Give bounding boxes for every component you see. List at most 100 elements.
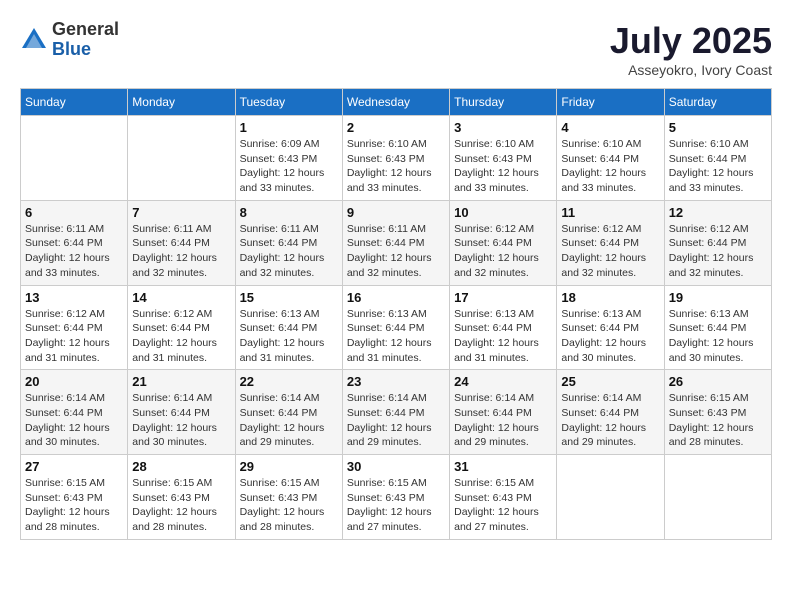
day-number: 25 — [561, 374, 659, 389]
day-detail: Sunrise: 6:13 AMSunset: 6:44 PMDaylight:… — [454, 307, 552, 366]
day-number: 22 — [240, 374, 338, 389]
day-header-wednesday: Wednesday — [342, 89, 449, 116]
calendar-cell: 10Sunrise: 6:12 AMSunset: 6:44 PMDayligh… — [450, 200, 557, 285]
calendar-cell: 13Sunrise: 6:12 AMSunset: 6:44 PMDayligh… — [21, 285, 128, 370]
calendar-week-row: 13 Sunrise: 6:12 AMSunset: 6:44 PMDayligh… — [21, 285, 772, 370]
day-detail: Sunrise: 6:14 AMSunset: 6:44 PMDaylight:… — [347, 391, 445, 450]
day-number: 20 — [25, 374, 123, 389]
calendar-cell: 15Sunrise: 6:13 AMSunset: 6:44 PMDayligh… — [235, 285, 342, 370]
calendar-cell: 28Sunrise: 6:15 AMSunset: 6:43 PMDayligh… — [128, 455, 235, 540]
day-detail: Sunrise: 6:13 AMSunset: 6:44 PMDaylight:… — [347, 307, 445, 366]
day-number: 5 — [669, 120, 767, 135]
day-detail: Sunrise: 6:14 AMSunset: 6:44 PMDaylight:… — [240, 391, 338, 450]
day-number: 30 — [347, 459, 445, 474]
calendar-cell: 20 Sunrise: 6:14 AMSunset: 6:44 PMDayligh… — [21, 370, 128, 455]
page-header: General Blue July 2025 Asseyokro, Ivory … — [20, 20, 772, 78]
day-number: 21 — [132, 374, 230, 389]
calendar-header-row: SundayMondayTuesdayWednesdayThursdayFrid… — [21, 89, 772, 116]
calendar-cell: 5 Sunrise: 6:10 AMSunset: 6:44 PMDaylight… — [664, 116, 771, 201]
logo-blue-text: Blue — [52, 40, 119, 60]
calendar-cell: 29 Sunrise: 6:15 AMSunset: 6:43 PMDayligh… — [235, 455, 342, 540]
calendar-cell: 31 Sunrise: 6:15 AMSunset: 6:43 PMDayligh… — [450, 455, 557, 540]
calendar-cell: 1 Sunrise: 6:09 AMSunset: 6:43 PMDaylight… — [235, 116, 342, 201]
calendar-cell — [664, 455, 771, 540]
calendar-table: SundayMondayTuesdayWednesdayThursdayFrid… — [20, 88, 772, 540]
day-number: 23 — [347, 374, 445, 389]
day-number: 12 — [669, 205, 767, 220]
calendar-cell: 30 Sunrise: 6:15 AMSunset: 6:43 PMDayligh… — [342, 455, 449, 540]
day-number: 19 — [669, 290, 767, 305]
day-detail: Sunrise: 6:14 AMSunset: 6:44 PMDaylight:… — [132, 391, 230, 450]
logo: General Blue — [20, 20, 119, 60]
day-detail: Sunrise: 6:15 AMSunset: 6:43 PMDaylight:… — [454, 476, 552, 535]
day-detail: Sunrise: 6:12 AMSunset: 6:44 PMDaylight:… — [561, 222, 659, 281]
day-number: 11 — [561, 205, 659, 220]
day-number: 9 — [347, 205, 445, 220]
day-detail: Sunrise: 6:11 AMSunset: 6:44 PMDaylight:… — [240, 222, 338, 281]
title-block: July 2025 Asseyokro, Ivory Coast — [610, 20, 772, 78]
calendar-cell: 26Sunrise: 6:15 AMSunset: 6:43 PMDayligh… — [664, 370, 771, 455]
day-detail: Sunrise: 6:15 AMSunset: 6:43 PMDaylight:… — [25, 476, 123, 535]
day-header-saturday: Saturday — [664, 89, 771, 116]
location-subtitle: Asseyokro, Ivory Coast — [610, 62, 772, 78]
calendar-cell: 21 Sunrise: 6:14 AMSunset: 6:44 PMDayligh… — [128, 370, 235, 455]
day-number: 16 — [347, 290, 445, 305]
day-number: 24 — [454, 374, 552, 389]
day-number: 26 — [669, 374, 767, 389]
day-number: 1 — [240, 120, 338, 135]
day-number: 3 — [454, 120, 552, 135]
calendar-week-row: 27 Sunrise: 6:15 AMSunset: 6:43 PMDayligh… — [21, 455, 772, 540]
day-number: 7 — [132, 205, 230, 220]
day-detail: Sunrise: 6:09 AMSunset: 6:43 PMDaylight:… — [240, 137, 338, 196]
day-detail: Sunrise: 6:11 AMSunset: 6:44 PMDaylight:… — [347, 222, 445, 281]
calendar-cell: 25 Sunrise: 6:14 AMSunset: 6:44 PMDayligh… — [557, 370, 664, 455]
calendar-cell: 12Sunrise: 6:12 AMSunset: 6:44 PMDayligh… — [664, 200, 771, 285]
day-detail: Sunrise: 6:12 AMSunset: 6:44 PMDaylight:… — [454, 222, 552, 281]
logo-icon — [20, 26, 48, 54]
calendar-week-row: 20 Sunrise: 6:14 AMSunset: 6:44 PMDayligh… — [21, 370, 772, 455]
calendar-cell: 6Sunrise: 6:11 AMSunset: 6:44 PMDaylight… — [21, 200, 128, 285]
calendar-cell: 22 Sunrise: 6:14 AMSunset: 6:44 PMDayligh… — [235, 370, 342, 455]
calendar-cell — [128, 116, 235, 201]
day-header-thursday: Thursday — [450, 89, 557, 116]
day-detail: Sunrise: 6:14 AMSunset: 6:44 PMDaylight:… — [561, 391, 659, 450]
day-detail: Sunrise: 6:13 AMSunset: 6:44 PMDaylight:… — [669, 307, 767, 366]
day-detail: Sunrise: 6:13 AMSunset: 6:44 PMDaylight:… — [561, 307, 659, 366]
day-number: 17 — [454, 290, 552, 305]
calendar-cell: 11 Sunrise: 6:12 AMSunset: 6:44 PMDayligh… — [557, 200, 664, 285]
day-detail: Sunrise: 6:10 AMSunset: 6:43 PMDaylight:… — [347, 137, 445, 196]
calendar-cell: 14 Sunrise: 6:12 AMSunset: 6:44 PMDayligh… — [128, 285, 235, 370]
calendar-cell: 23 Sunrise: 6:14 AMSunset: 6:44 PMDayligh… — [342, 370, 449, 455]
calendar-cell: 24Sunrise: 6:14 AMSunset: 6:44 PMDayligh… — [450, 370, 557, 455]
day-detail: Sunrise: 6:10 AMSunset: 6:44 PMDaylight:… — [561, 137, 659, 196]
day-number: 2 — [347, 120, 445, 135]
day-number: 15 — [240, 290, 338, 305]
calendar-cell: 27 Sunrise: 6:15 AMSunset: 6:43 PMDayligh… — [21, 455, 128, 540]
day-number: 18 — [561, 290, 659, 305]
day-number: 4 — [561, 120, 659, 135]
calendar-cell: 2 Sunrise: 6:10 AMSunset: 6:43 PMDaylight… — [342, 116, 449, 201]
day-number: 29 — [240, 459, 338, 474]
calendar-cell: 3Sunrise: 6:10 AMSunset: 6:43 PMDaylight… — [450, 116, 557, 201]
calendar-cell: 19 Sunrise: 6:13 AMSunset: 6:44 PMDayligh… — [664, 285, 771, 370]
calendar-cell: 7 Sunrise: 6:11 AMSunset: 6:44 PMDaylight… — [128, 200, 235, 285]
logo-general-text: General — [52, 20, 119, 40]
day-detail: Sunrise: 6:10 AMSunset: 6:44 PMDaylight:… — [669, 137, 767, 196]
calendar-cell — [21, 116, 128, 201]
calendar-cell: 8Sunrise: 6:11 AMSunset: 6:44 PMDaylight… — [235, 200, 342, 285]
day-number: 6 — [25, 205, 123, 220]
day-detail: Sunrise: 6:11 AMSunset: 6:44 PMDaylight:… — [132, 222, 230, 281]
day-detail: Sunrise: 6:15 AMSunset: 6:43 PMDaylight:… — [347, 476, 445, 535]
day-detail: Sunrise: 6:14 AMSunset: 6:44 PMDaylight:… — [25, 391, 123, 450]
calendar-week-row: 6 Sunrise: 6:11 AMSunset: 6:44 PMDaylight… — [21, 200, 772, 285]
day-number: 27 — [25, 459, 123, 474]
day-header-monday: Monday — [128, 89, 235, 116]
day-detail: Sunrise: 6:15 AMSunset: 6:43 PMDaylight:… — [240, 476, 338, 535]
calendar-cell: 4 Sunrise: 6:10 AMSunset: 6:44 PMDaylight… — [557, 116, 664, 201]
calendar-cell: 18 Sunrise: 6:13 AMSunset: 6:44 PMDayligh… — [557, 285, 664, 370]
day-number: 31 — [454, 459, 552, 474]
day-number: 28 — [132, 459, 230, 474]
day-number: 14 — [132, 290, 230, 305]
day-number: 13 — [25, 290, 123, 305]
day-detail: Sunrise: 6:12 AMSunset: 6:44 PMDaylight:… — [132, 307, 230, 366]
